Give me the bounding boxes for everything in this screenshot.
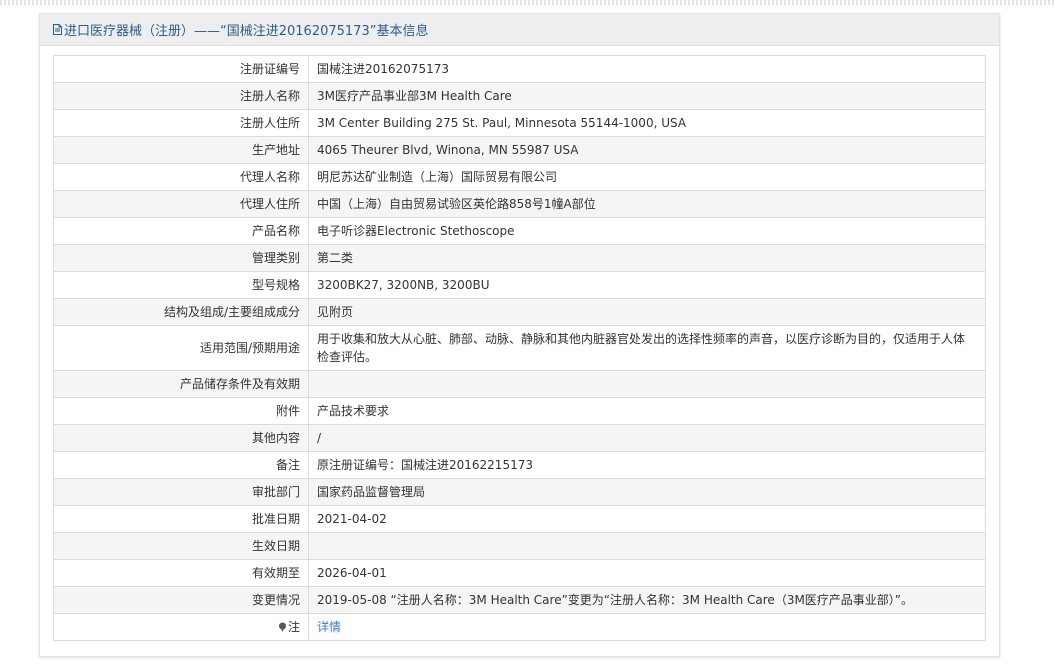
field-value xyxy=(308,370,986,398)
table-row: 产品储存条件及有效期 xyxy=(53,370,986,398)
field-value: 原注册证编号：国械注进20162215173 xyxy=(308,451,986,479)
field-value: 产品技术要求 xyxy=(308,397,986,425)
field-label: 注册人名称 xyxy=(53,82,309,110)
table-row: 审批部门 国家药品监督管理局 xyxy=(53,478,986,506)
field-value: 第二类 xyxy=(308,244,986,272)
field-label: 产品名称 xyxy=(53,217,309,245)
field-label: 生产地址 xyxy=(53,136,309,164)
field-label: 产品储存条件及有效期 xyxy=(53,370,309,398)
table-row: 批准日期 2021-04-02 xyxy=(53,505,986,533)
registration-info-table: 注册证编号 国械注进20162075173 注册人名称 3M医疗产品事业部3M He… xyxy=(53,55,986,641)
field-value: 3M Center Building 275 St. Paul, Minneso… xyxy=(308,109,986,137)
table-row: 注 详情 xyxy=(53,613,986,641)
top-decorative-stripe xyxy=(0,0,1054,5)
field-label: 管理类别 xyxy=(53,244,309,272)
field-value: 2019-05-08 “注册人名称：3M Health Care”变更为“注册人… xyxy=(308,586,986,614)
table-row: 变更情况 2019-05-08 “注册人名称：3M Health Care”变更为… xyxy=(53,586,986,614)
field-value: 国家药品监督管理局 xyxy=(308,478,986,506)
pin-icon xyxy=(278,619,287,632)
document-icon xyxy=(53,24,62,35)
field-value: 2021-04-02 xyxy=(308,505,986,533)
field-value: 中国（上海）自由贸易试验区英伦路858号1幢A部位 xyxy=(308,190,986,218)
field-value: 明尼苏达矿业制造（上海）国际贸易有限公司 xyxy=(308,163,986,191)
details-link[interactable]: 详情 xyxy=(317,620,341,634)
field-value: 4065 Theurer Blvd, Winona, MN 55987 USA xyxy=(308,136,986,164)
table-row: 有效期至 2026-04-01 xyxy=(53,559,986,587)
table-row: 代理人名称 明尼苏达矿业制造（上海）国际贸易有限公司 xyxy=(53,163,986,191)
table-row: 产品名称 电子听诊器Electronic Stethoscope xyxy=(53,217,986,245)
field-label: 适用范围/预期用途 xyxy=(53,325,309,371)
table-row: 其他内容 / xyxy=(53,424,986,452)
note-label: 注 xyxy=(287,620,300,634)
field-value: 见附页 xyxy=(308,298,986,326)
table-row: 管理类别 第二类 xyxy=(53,244,986,272)
field-label: 注册证编号 xyxy=(53,55,309,83)
field-label: 代理人名称 xyxy=(53,163,309,191)
table-row: 注册证编号 国械注进20162075173 xyxy=(53,55,986,83)
field-label: 批准日期 xyxy=(53,505,309,533)
table-row: 生效日期 xyxy=(53,532,986,560)
field-value: 用于收集和放大从心脏、肺部、动脉、静脉和其他内脏器官处发出的选择性频率的声音，以… xyxy=(308,325,986,371)
table-row: 结构及组成/主要组成成分 见附页 xyxy=(53,298,986,326)
field-value: 3200BK27, 3200NB, 3200BU xyxy=(308,271,986,299)
table-row: 附件 产品技术要求 xyxy=(53,397,986,425)
field-value: 详情 xyxy=(308,613,986,641)
field-label: 其他内容 xyxy=(53,424,309,452)
panel-header: 进口医疗器械（注册）——“国械注进20162075173”基本信息 xyxy=(40,14,999,46)
field-label-note: 注 xyxy=(53,613,309,641)
page-title: 进口医疗器械（注册）——“国械注进20162075173”基本信息 xyxy=(64,24,429,39)
field-label: 结构及组成/主要组成成分 xyxy=(53,298,309,326)
field-value: 2026-04-01 xyxy=(308,559,986,587)
field-value: / xyxy=(308,424,986,452)
field-label: 有效期至 xyxy=(53,559,309,587)
field-label: 附件 xyxy=(53,397,309,425)
field-label: 注册人住所 xyxy=(53,109,309,137)
field-value: 国械注进20162075173 xyxy=(308,55,986,83)
table-row: 生产地址 4065 Theurer Blvd, Winona, MN 55987 … xyxy=(53,136,986,164)
field-label: 生效日期 xyxy=(53,532,309,560)
field-label: 审批部门 xyxy=(53,478,309,506)
field-label: 备注 xyxy=(53,451,309,479)
field-value: 3M医疗产品事业部3M Health Care xyxy=(308,82,986,110)
field-label: 代理人住所 xyxy=(53,190,309,218)
field-label: 变更情况 xyxy=(53,586,309,614)
table-row: 型号规格 3200BK27, 3200NB, 3200BU xyxy=(53,271,986,299)
table-row: 备注 原注册证编号：国械注进20162215173 xyxy=(53,451,986,479)
table-row: 代理人住所 中国（上海）自由贸易试验区英伦路858号1幢A部位 xyxy=(53,190,986,218)
field-value: 电子听诊器Electronic Stethoscope xyxy=(308,217,986,245)
field-label: 型号规格 xyxy=(53,271,309,299)
table-row: 注册人住所 3M Center Building 275 St. Paul, Mi… xyxy=(53,109,986,137)
field-value xyxy=(308,532,986,560)
info-panel: 进口医疗器械（注册）——“国械注进20162075173”基本信息 注册证编号国… xyxy=(39,13,1000,657)
table-row: 适用范围/预期用途 用于收集和放大从心脏、肺部、动脉、静脉和其他内脏器官处发出的选… xyxy=(53,325,986,371)
table-row: 注册人名称 3M医疗产品事业部3M Health Care xyxy=(53,82,986,110)
